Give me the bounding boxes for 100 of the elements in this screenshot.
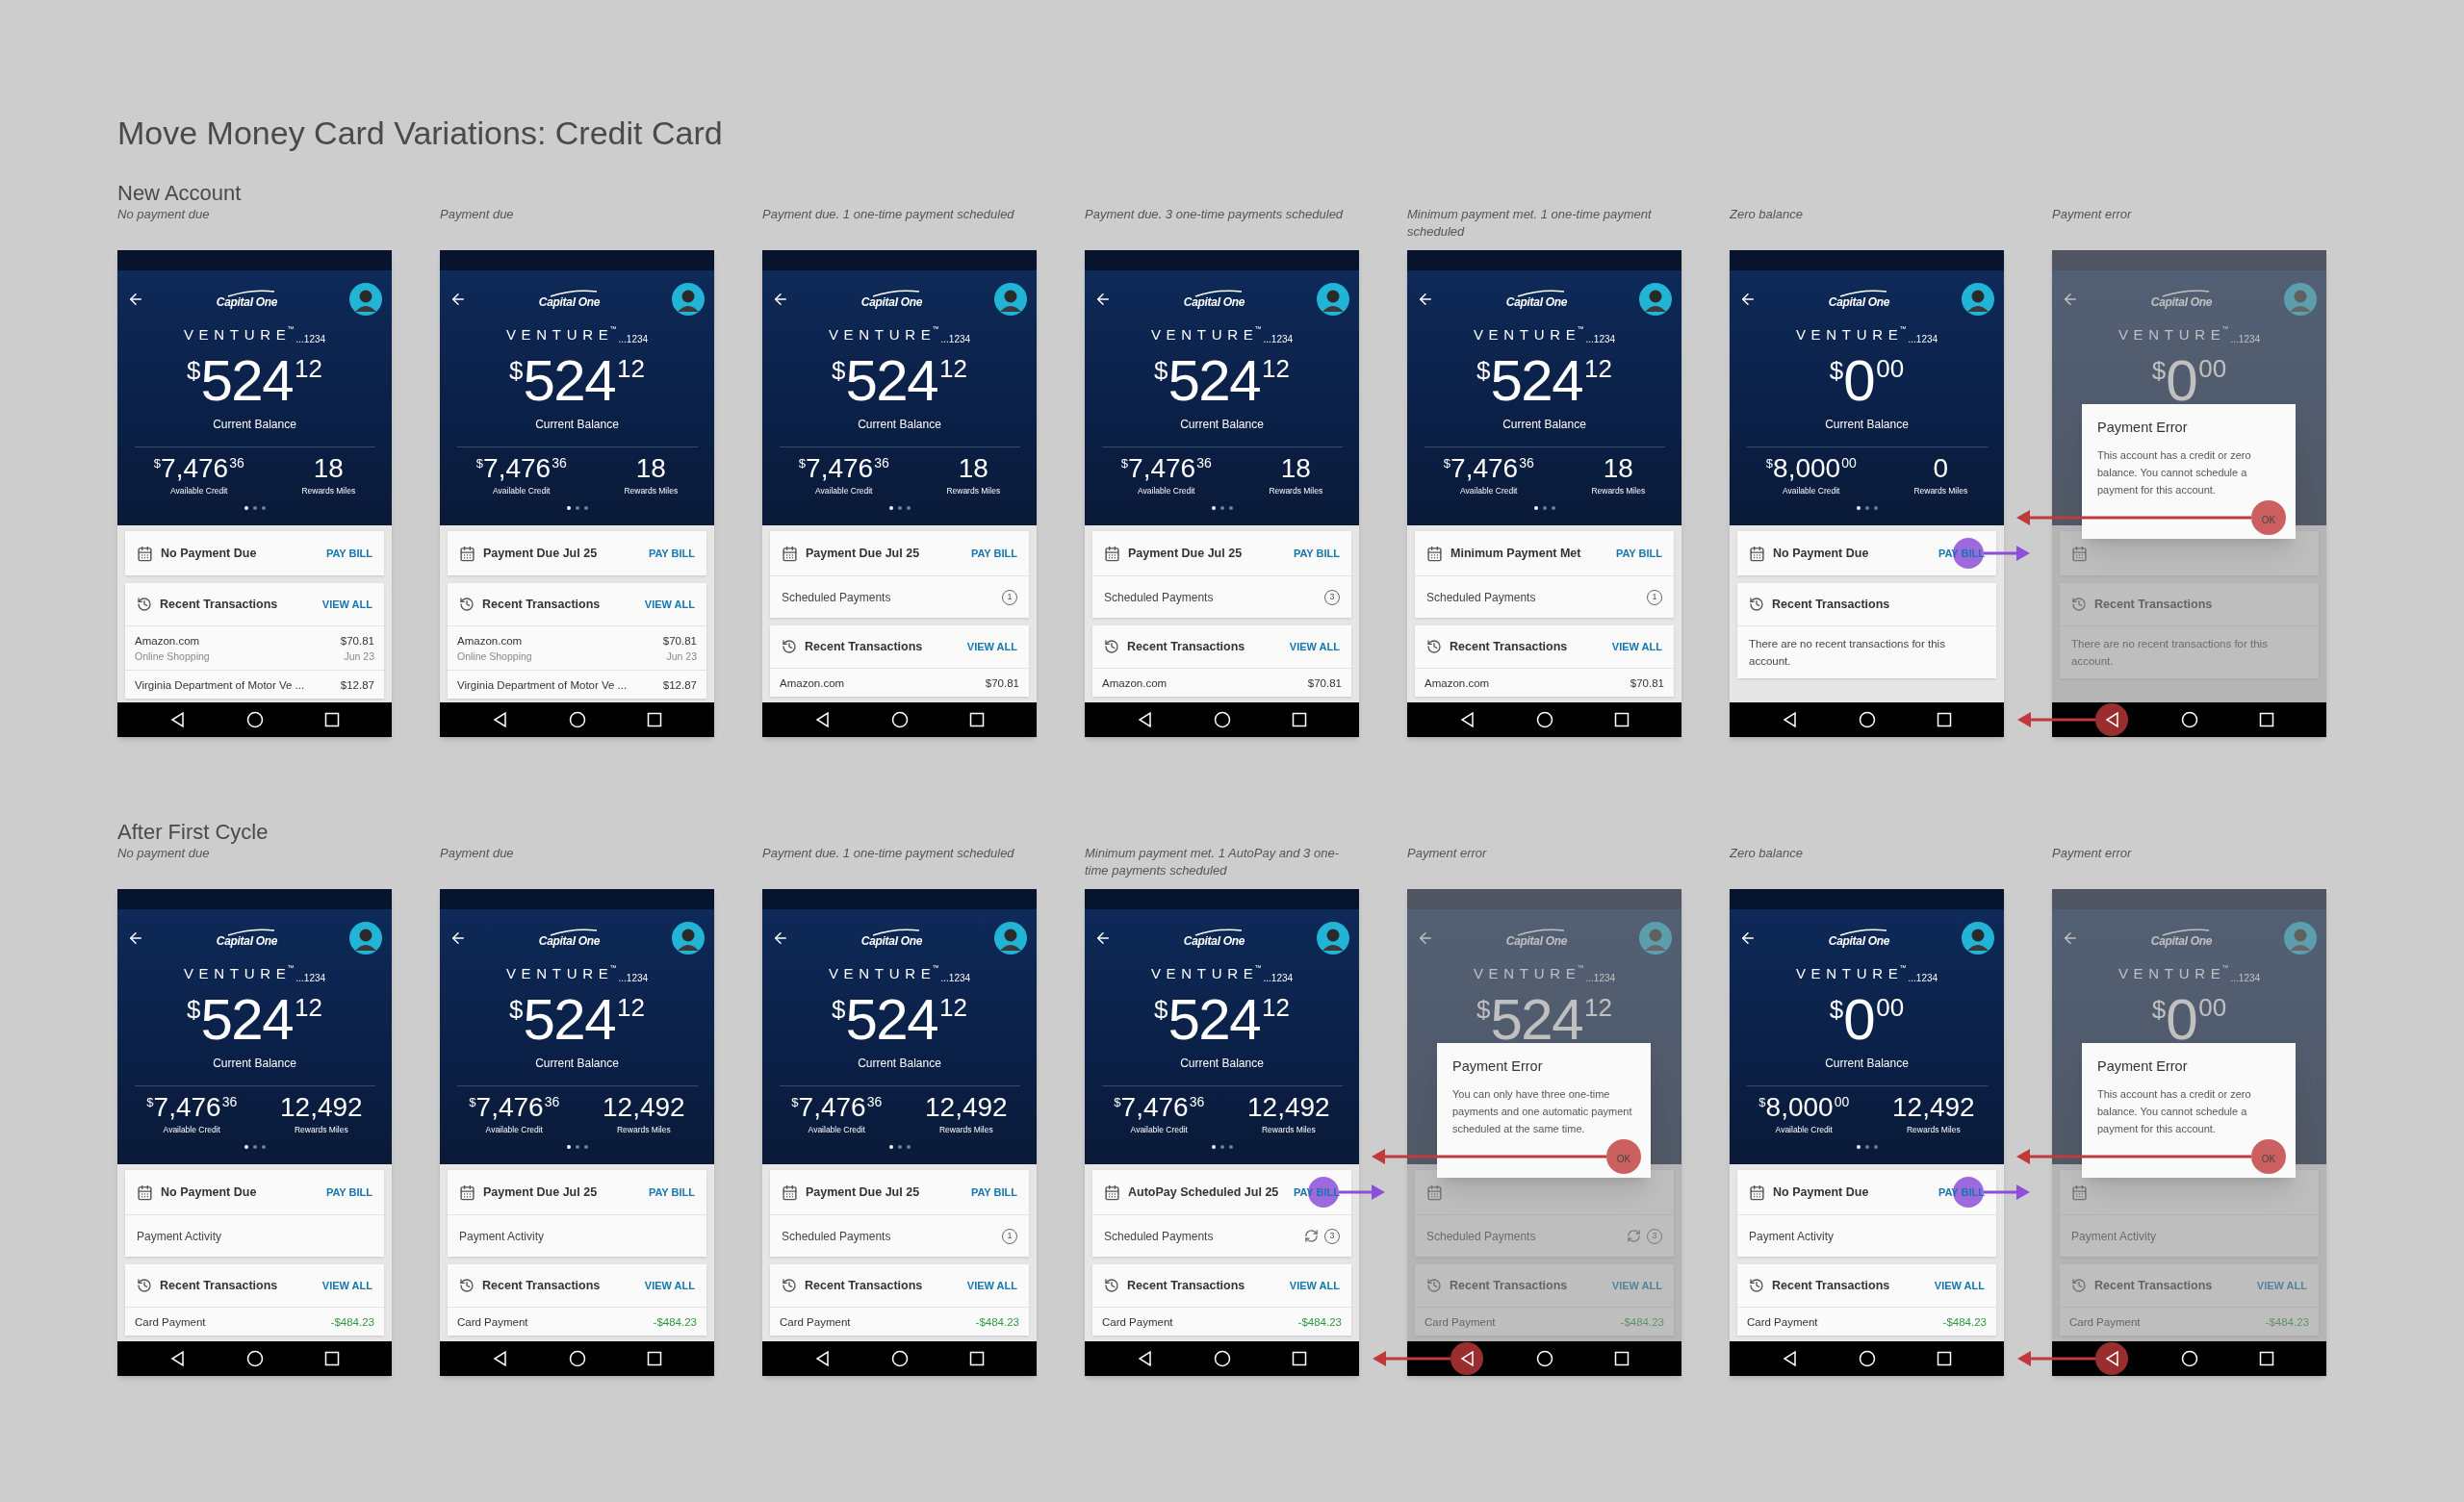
back-icon[interactable] [813, 711, 832, 728]
avatar[interactable] [1317, 283, 1349, 316]
home-icon[interactable] [1535, 1350, 1553, 1367]
ok-button[interactable]: OK [1606, 1138, 1641, 1174]
back-icon[interactable] [1458, 711, 1476, 728]
payment-status: Payment Due Jul 25 [1128, 545, 1244, 562]
recents-icon[interactable] [322, 1350, 341, 1367]
recents-icon[interactable] [1612, 1350, 1630, 1367]
recents-icon[interactable] [645, 1350, 663, 1367]
view-all-link[interactable]: VIEW ALL [1611, 638, 1662, 655]
avatar[interactable] [994, 283, 1027, 316]
back-icon[interactable] [491, 711, 509, 728]
calendar-icon [1104, 1184, 1120, 1201]
home-icon[interactable] [1213, 711, 1231, 728]
recents-icon[interactable] [1290, 1350, 1308, 1367]
pay-bill-link[interactable]: PAY BILL [1293, 545, 1340, 562]
home-icon[interactable] [2180, 1350, 2198, 1367]
miles-label: Rewards Miles [616, 1123, 671, 1136]
home-icon[interactable] [1858, 1350, 1876, 1367]
back-icon[interactable] [2103, 711, 2121, 728]
section-title: Recent Transactions [1450, 1277, 1569, 1294]
balance-label: Current Balance [1180, 1055, 1264, 1072]
credit-label: Available Credit [815, 484, 873, 497]
home-icon[interactable] [890, 1350, 909, 1367]
recents-icon[interactable] [1935, 711, 1953, 728]
avatar[interactable] [1962, 922, 1994, 955]
home-icon[interactable] [568, 711, 586, 728]
ok-button[interactable]: OK [2251, 1138, 2286, 1174]
ok-button[interactable]: OK [2251, 499, 2286, 535]
home-icon[interactable] [1535, 711, 1553, 728]
avatar[interactable] [672, 283, 705, 316]
transaction-date: Jun 23 [344, 649, 374, 665]
logo: Capital One [536, 290, 603, 309]
home-icon[interactable] [245, 711, 264, 728]
view-all-link[interactable]: VIEW ALL [1934, 1277, 1985, 1294]
history-icon [1749, 1278, 1764, 1293]
view-all-link[interactable]: VIEW ALL [321, 1277, 372, 1294]
home-icon[interactable] [2180, 711, 2198, 728]
miles-label: Rewards Miles [1591, 484, 1646, 497]
avatar[interactable] [672, 922, 705, 955]
pay-bill-link[interactable]: PAY BILL [970, 545, 1017, 562]
payment-status: No Payment Due [161, 1184, 258, 1201]
pay-bill-link[interactable]: PAY BILL [325, 1184, 372, 1201]
recents-icon[interactable] [2257, 1350, 2275, 1367]
transaction-date: Jun 23 [666, 649, 697, 665]
view-all-link[interactable]: VIEW ALL [321, 596, 372, 613]
back-icon[interactable] [1136, 711, 1154, 728]
section-title: Recent Transactions [1127, 1277, 1246, 1294]
section-title: Recent Transactions [2094, 596, 2214, 613]
pay-bill-link[interactable]: PAY BILL [648, 1184, 695, 1201]
history-icon [782, 1278, 797, 1293]
pay-bill-link[interactable]: PAY BILL [325, 545, 372, 562]
recents-icon[interactable] [967, 711, 986, 728]
back-icon[interactable] [168, 1350, 187, 1367]
recents-icon[interactable] [645, 711, 663, 728]
row-label: Payment Activity [137, 1228, 222, 1245]
view-all-link[interactable]: VIEW ALL [1289, 1277, 1340, 1294]
home-icon[interactable] [245, 1350, 264, 1367]
back-icon[interactable] [1781, 1350, 1799, 1367]
view-all-link[interactable]: VIEW ALL [644, 596, 695, 613]
recents-icon[interactable] [1290, 711, 1308, 728]
recents-icon[interactable] [2257, 711, 2275, 728]
payment-status: Minimum Payment Met [1450, 545, 1582, 562]
home-icon[interactable] [1858, 711, 1876, 728]
transaction-name: Card Payment [1424, 1315, 1496, 1330]
back-icon[interactable] [813, 1350, 832, 1367]
avatar[interactable] [1639, 283, 1672, 316]
recents-icon[interactable] [1935, 1350, 1953, 1367]
avatar[interactable] [1962, 283, 1994, 316]
view-all-link[interactable]: VIEW ALL [644, 1277, 695, 1294]
back-icon[interactable] [1136, 1350, 1154, 1367]
back-icon[interactable] [1781, 711, 1799, 728]
home-icon[interactable] [1213, 1350, 1231, 1367]
home-icon[interactable] [890, 711, 909, 728]
recents-icon[interactable] [1612, 711, 1630, 728]
back-icon[interactable] [168, 711, 187, 728]
avatar[interactable] [349, 922, 382, 955]
balance-label: Current Balance [1180, 416, 1264, 433]
home-icon[interactable] [568, 1350, 586, 1367]
pay-bill-link[interactable]: PAY BILL [1615, 545, 1662, 562]
section-heading: After First Cycle [117, 820, 270, 845]
back-icon[interactable] [2103, 1350, 2121, 1367]
pay-bill-link[interactable]: PAY BILL [970, 1184, 1017, 1201]
back-icon[interactable] [1458, 1350, 1476, 1367]
balance-label: Current Balance [1825, 416, 1909, 433]
pay-bill-link[interactable]: PAY BILL [648, 545, 695, 562]
history-icon [2071, 597, 2087, 612]
view-all-link[interactable]: VIEW ALL [1289, 638, 1340, 655]
avatar[interactable] [349, 283, 382, 316]
back-icon[interactable] [491, 1350, 509, 1367]
view-all-link[interactable]: VIEW ALL [966, 638, 1017, 655]
transaction-amount: $12.87 [340, 678, 374, 693]
avatar[interactable] [994, 922, 1027, 955]
miles-count: 12,492 [925, 1093, 1008, 1121]
view-all-link[interactable]: VIEW ALL [966, 1277, 1017, 1294]
recents-icon[interactable] [967, 1350, 986, 1367]
avatar[interactable] [1317, 922, 1349, 955]
logo: Capital One [214, 290, 280, 309]
recents-icon[interactable] [322, 711, 341, 728]
balance-label: Current Balance [535, 416, 619, 433]
